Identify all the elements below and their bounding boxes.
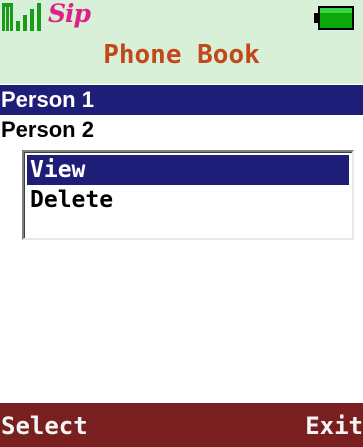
contact-item[interactable]: Person 2 xyxy=(0,115,363,145)
softkey-bar: Select Exit xyxy=(0,403,363,447)
menu-item-view[interactable]: View xyxy=(27,155,349,185)
sip-label: Sip xyxy=(48,0,91,28)
contact-item[interactable]: Person 1 xyxy=(0,85,363,115)
battery-icon xyxy=(314,6,354,30)
menu-item-delete[interactable]: Delete xyxy=(27,185,349,215)
exit-softkey[interactable]: Exit xyxy=(305,411,363,441)
header: Sip Phone Book xyxy=(0,0,363,84)
page-title: Phone Book xyxy=(103,40,260,70)
options-menu: View Delete xyxy=(22,150,354,240)
signal-strength-icon xyxy=(2,3,41,31)
select-softkey[interactable]: Select xyxy=(1,411,88,441)
contact-list: Person 1 Person 2 xyxy=(0,85,363,145)
status-bar: Sip xyxy=(0,0,363,34)
